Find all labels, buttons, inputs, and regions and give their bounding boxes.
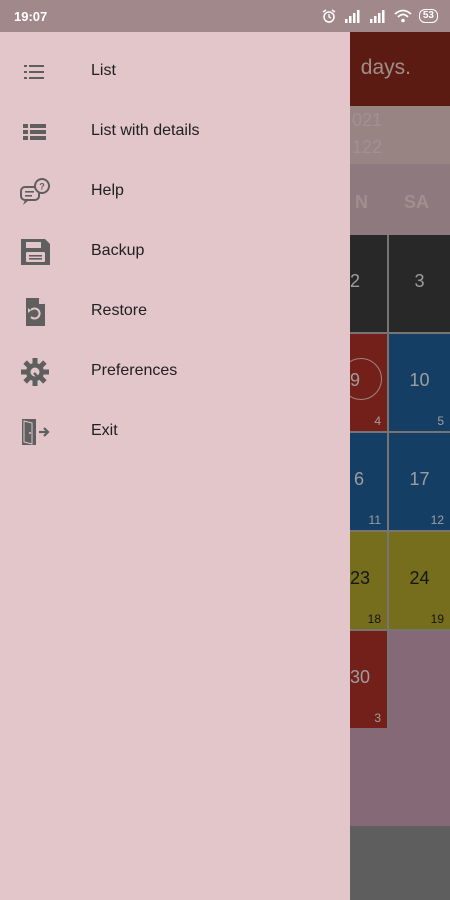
list-details-icon bbox=[18, 117, 52, 147]
menu-item-label: Restore bbox=[91, 302, 148, 319]
menu-item-label: List bbox=[91, 62, 116, 79]
menu-item-restore[interactable]: Restore bbox=[0, 282, 350, 342]
menu-item-list[interactable]: List bbox=[0, 42, 350, 102]
exit-door-icon bbox=[18, 417, 52, 447]
help-chat-icon: ? bbox=[18, 177, 52, 207]
wifi-icon bbox=[394, 9, 412, 23]
status-icons: 53 bbox=[321, 8, 438, 24]
save-icon bbox=[18, 237, 52, 267]
battery-indicator: 53 bbox=[418, 9, 438, 23]
svg-text:?: ? bbox=[39, 182, 45, 192]
status-bar: 19:07 53 bbox=[0, 0, 450, 32]
signal-icon bbox=[369, 10, 385, 23]
menu-item-label: Backup bbox=[91, 242, 145, 259]
menu-item-preferences[interactable]: Preferences bbox=[0, 342, 350, 402]
menu-item-label: Help bbox=[91, 182, 124, 199]
alarm-icon bbox=[322, 9, 336, 23]
menu-item-list-with-details[interactable]: List with details bbox=[0, 102, 350, 162]
gear-icon bbox=[18, 357, 52, 387]
signal-icon bbox=[344, 10, 360, 23]
menu-item-backup[interactable]: Backup bbox=[0, 222, 350, 282]
menu-item-help[interactable]: ? Help bbox=[0, 162, 350, 222]
navigation-drawer: List List with details ? Help Backup Res… bbox=[0, 32, 350, 900]
menu-item-exit[interactable]: Exit bbox=[0, 402, 350, 462]
status-time: 19:07 bbox=[14, 9, 48, 24]
restore-icon bbox=[18, 297, 52, 327]
menu-item-label: List with details bbox=[91, 122, 200, 139]
list-icon bbox=[18, 57, 52, 87]
menu-item-label: Preferences bbox=[91, 362, 178, 379]
menu-item-label: Exit bbox=[91, 422, 118, 439]
